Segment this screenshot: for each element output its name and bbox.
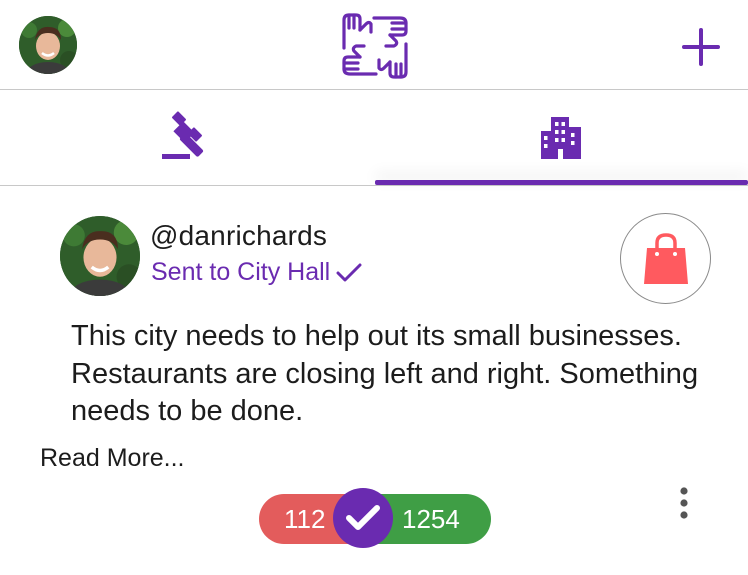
building-icon (541, 117, 581, 159)
votes-for-count: 1254 (402, 503, 460, 534)
post-status: Sent to City Hall (151, 258, 362, 287)
post-username[interactable]: @danrichards (150, 220, 327, 252)
add-post-button[interactable] (680, 26, 722, 68)
shopping-bag-icon (643, 232, 688, 284)
top-header (0, 0, 748, 90)
read-more-link[interactable]: Read More... (40, 444, 185, 473)
post-more-options-button[interactable] (673, 484, 695, 522)
votes-against-count: 112 (284, 503, 326, 534)
avatar-photo (19, 16, 77, 74)
tab-city[interactable] (374, 90, 748, 186)
app-screen: @danrichards Sent to City Hall This city… (0, 0, 748, 575)
gavel-icon (162, 111, 204, 159)
category-badge[interactable] (620, 213, 711, 304)
checkmark-icon (336, 263, 362, 281)
check-circle-icon (346, 505, 380, 530)
active-tab-indicator (375, 180, 748, 185)
status-label: Sent to City Hall (151, 258, 331, 286)
four-hands-logo-icon (342, 13, 408, 79)
post-body: This city needs to help out its small bu… (71, 320, 699, 427)
app-logo (336, 10, 414, 82)
profile-avatar[interactable] (19, 16, 77, 74)
vote-status-button[interactable] (333, 488, 393, 548)
post-author-avatar[interactable] (60, 216, 140, 296)
plus-icon (682, 28, 720, 66)
category-tabs (0, 90, 748, 186)
avatar-photo (60, 216, 140, 296)
vertical-ellipsis-icon (680, 487, 688, 519)
tab-laws[interactable] (0, 90, 374, 186)
